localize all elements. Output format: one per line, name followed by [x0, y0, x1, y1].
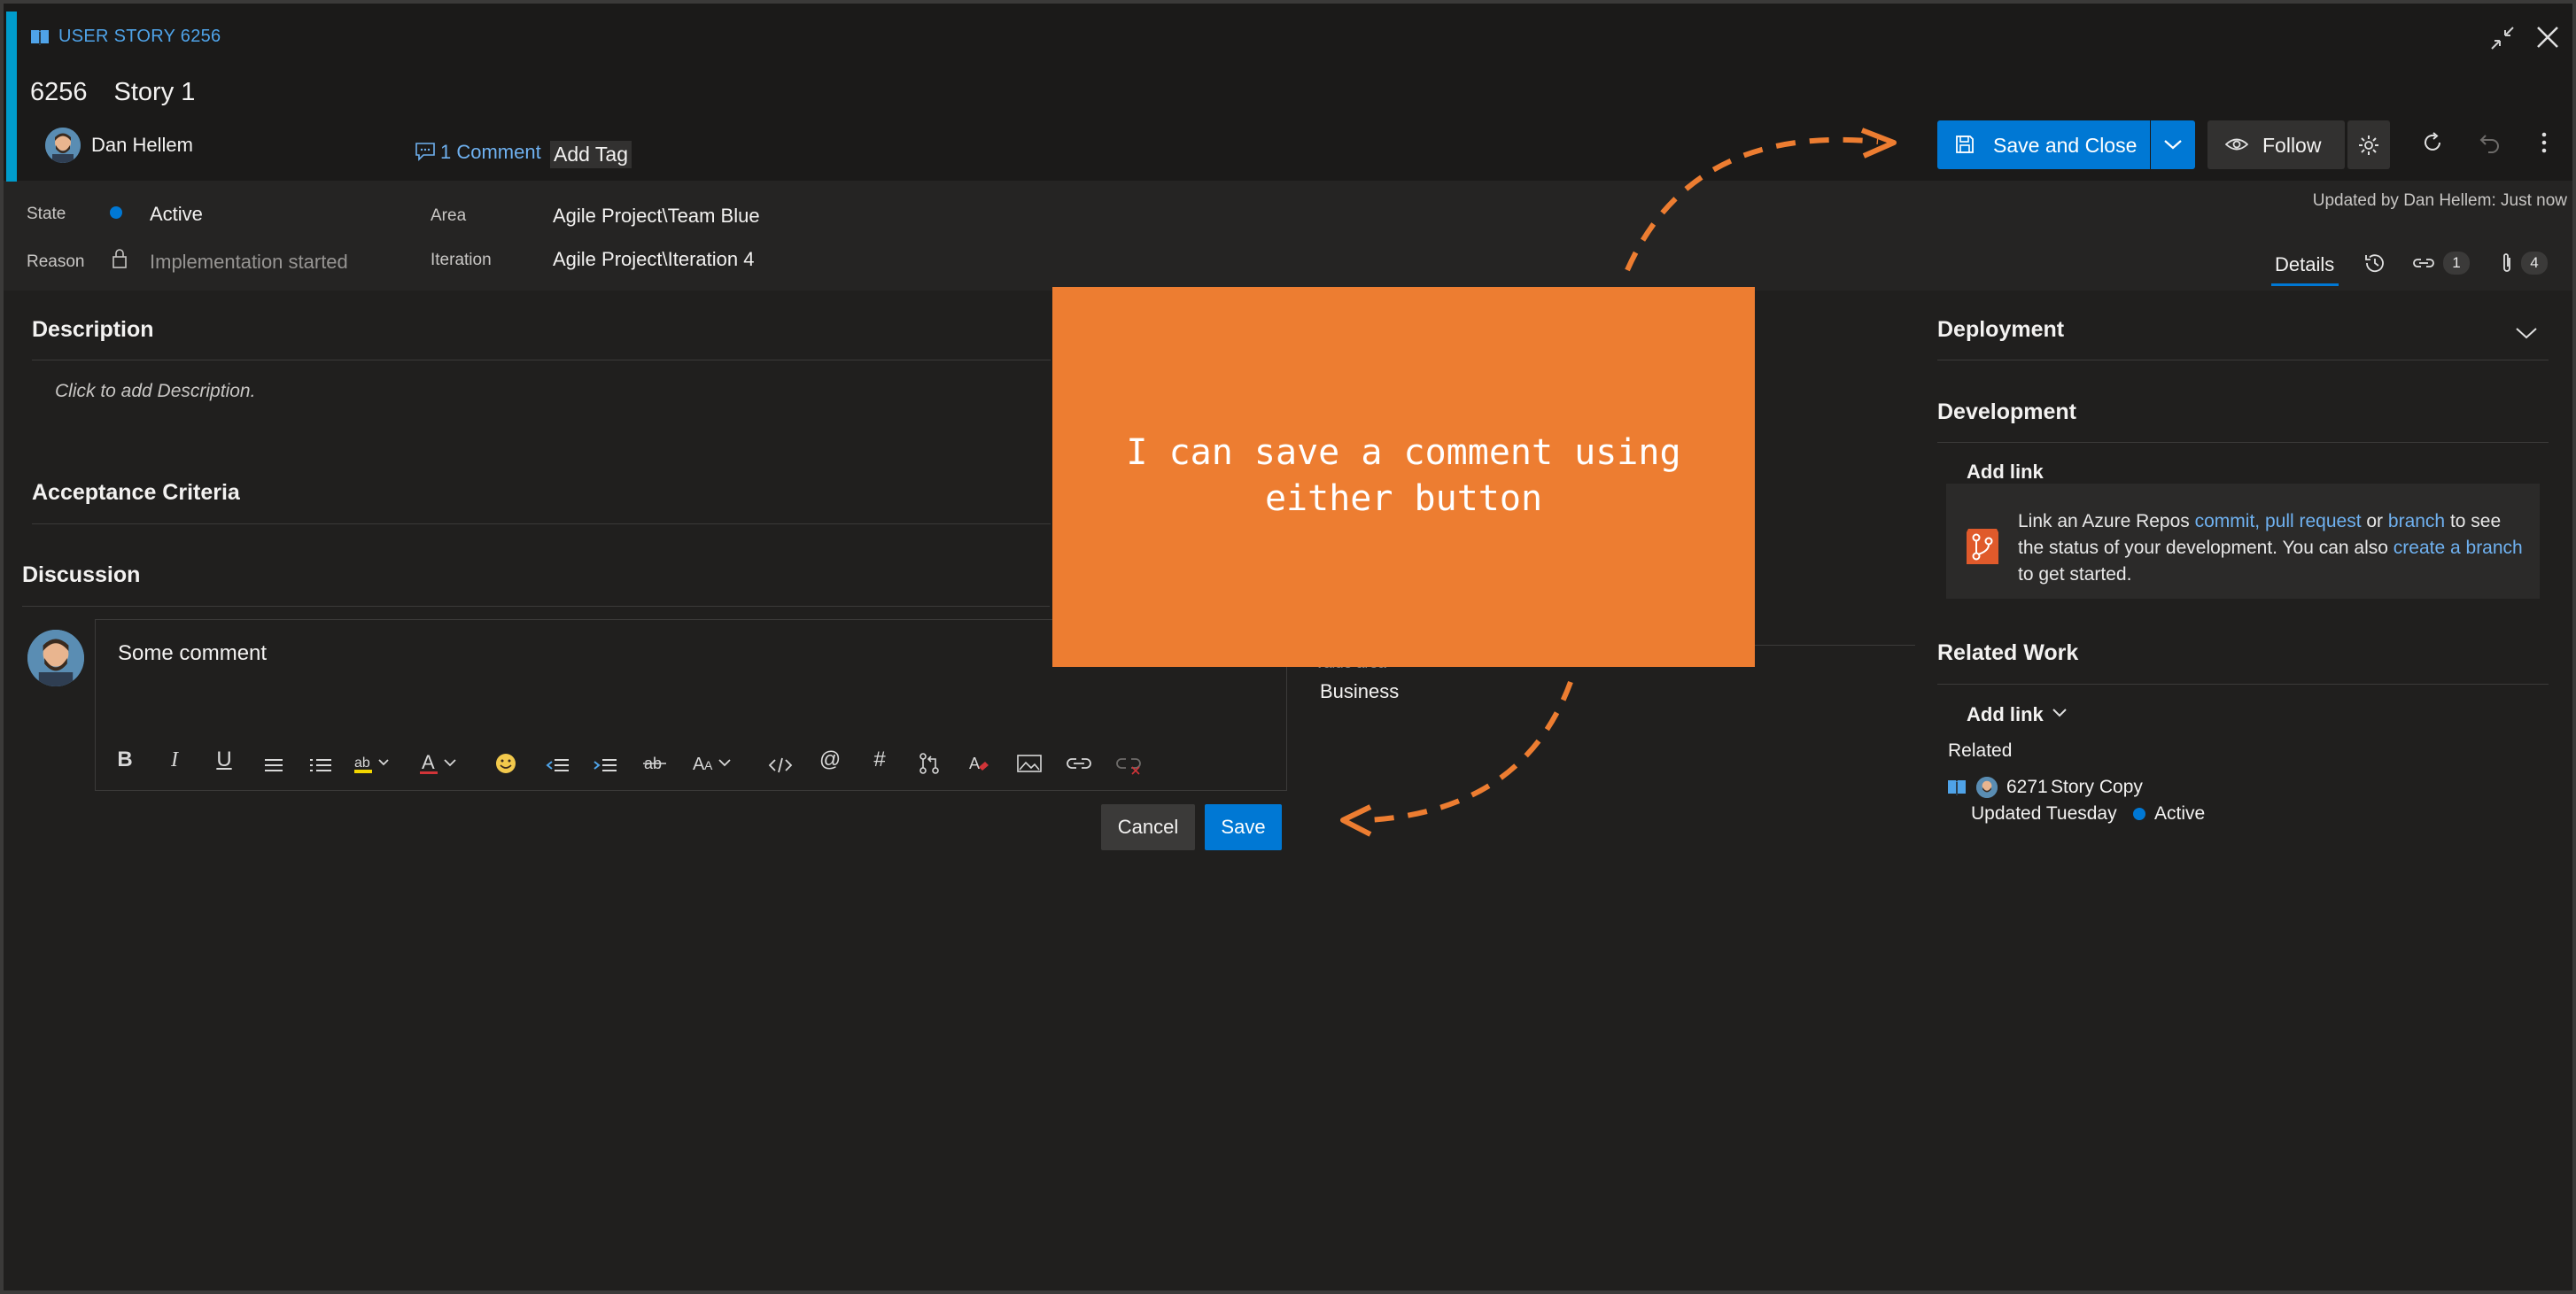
arrowhead [1340, 804, 1372, 837]
arrow-to-save-and-close [1625, 136, 1879, 272]
arrow-to-save [1368, 680, 1573, 823]
arrowhead [1860, 128, 1897, 159]
annotation-arrows [1340, 128, 1897, 837]
